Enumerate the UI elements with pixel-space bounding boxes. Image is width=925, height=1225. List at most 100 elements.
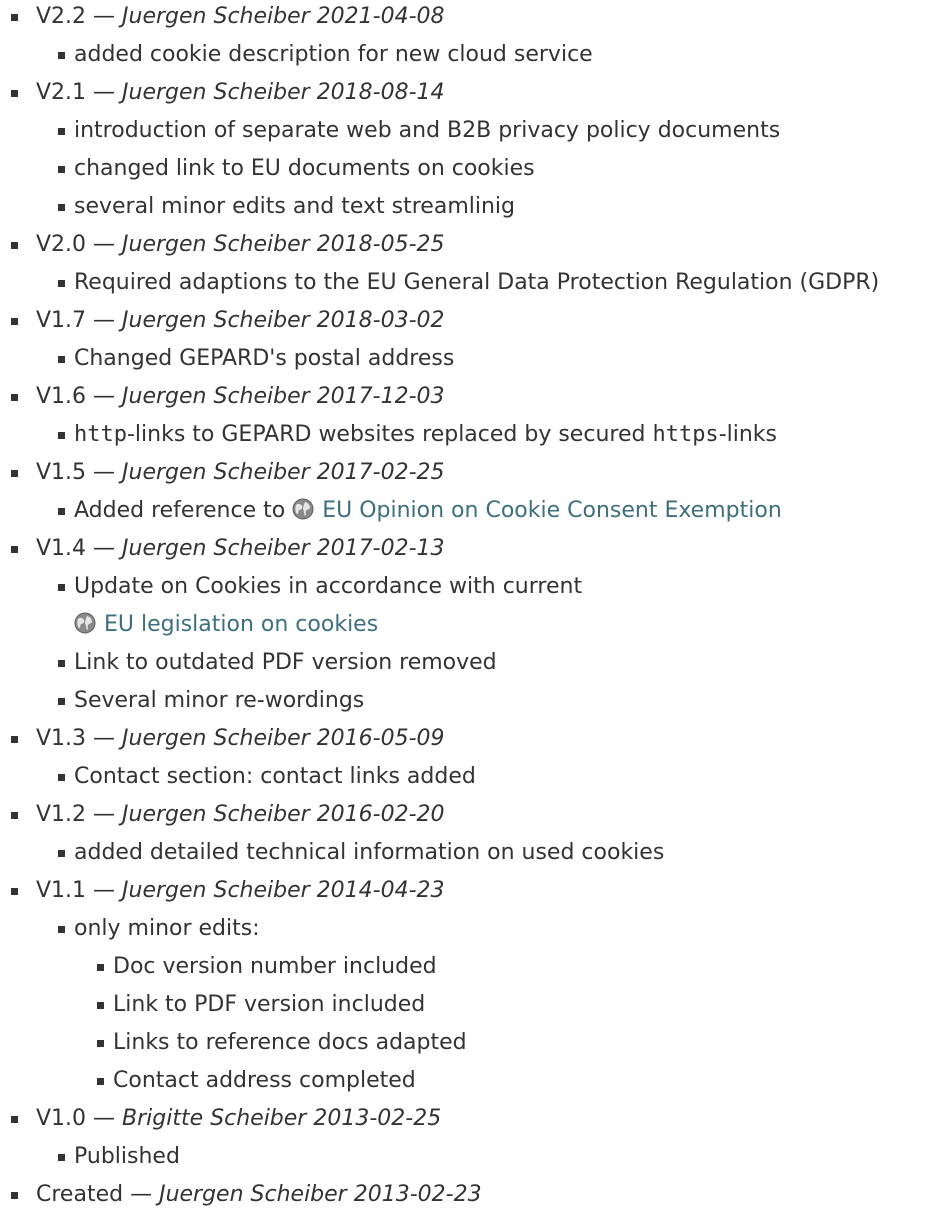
version-entry: V1.5 — Juergen Scheiber 2017-02-25 (0, 456, 925, 490)
bullet-square-icon (11, 1192, 18, 1199)
change-text: Links to reference docs adapted (113, 1030, 467, 1055)
version-entry: V1.7 — Juergen Scheiber 2018-03-02 (0, 304, 925, 338)
bullet-square-icon (58, 204, 65, 211)
change-item: Several minor re-wordings (0, 684, 925, 718)
separator: — (86, 536, 123, 561)
change-text: only minor edits: (74, 916, 260, 941)
change-text: Doc version number included (113, 954, 437, 979)
bullet-square-icon (11, 318, 18, 325)
change-text: Contact address completed (113, 1068, 416, 1093)
separator: — (86, 802, 123, 827)
bullet-square-icon (11, 90, 18, 97)
author-date: Juergen Scheiber 2021-04-08 (122, 4, 445, 29)
change-item: only minor edits: (0, 912, 925, 946)
change-text: Required adaptions to the EU General Dat… (74, 270, 880, 295)
author-date: Juergen Scheiber 2013-02-23 (159, 1182, 482, 1207)
bullet-square-icon (58, 166, 65, 173)
separator: — (86, 308, 123, 333)
version-label: Created (36, 1182, 124, 1207)
code-text: http (74, 422, 127, 447)
change-item: Update on Cookies in accordance with cur… (0, 570, 925, 604)
change-item: introduction of separate web and B2B pri… (0, 114, 925, 148)
bullet-square-icon (58, 660, 65, 667)
bullet-square-icon (97, 964, 104, 971)
sub-change-item: Links to reference docs adapted (0, 1026, 925, 1060)
separator: — (86, 878, 123, 903)
bullet-square-icon (58, 698, 65, 705)
sub-change-item: Contact address completed (0, 1064, 925, 1098)
version-label: V1.6 (36, 384, 87, 409)
author-date: Juergen Scheiber 2016-05-09 (122, 726, 445, 751)
bullet-square-icon (58, 774, 65, 781)
version-entry: V1.0 — Brigitte Scheiber 2013-02-25 (0, 1102, 925, 1136)
sub-change-item: Doc version number included (0, 950, 925, 984)
bullet-square-icon (11, 888, 18, 895)
change-text: Added reference to (74, 498, 293, 523)
bullet-square-icon (58, 850, 65, 857)
version-entry: V1.4 — Juergen Scheiber 2017-02-13 (0, 532, 925, 566)
change-text: introduction of separate web and B2B pri… (74, 118, 781, 143)
link-text: EU legislation on cookies (104, 612, 379, 637)
bullet-square-icon (11, 736, 18, 743)
change-item: several minor edits and text streamlinig (0, 190, 925, 224)
separator: — (86, 726, 123, 751)
separator: — (86, 384, 123, 409)
author-date: Juergen Scheiber 2017-12-03 (122, 384, 445, 409)
bullet-square-icon (11, 14, 18, 21)
external-link[interactable]: EU Opinion on Cookie Consent Exemption (292, 498, 782, 523)
bullet-square-icon (58, 356, 65, 363)
version-label: V2.1 (36, 80, 87, 105)
bullet-square-icon (11, 242, 18, 249)
author-date: Juergen Scheiber 2017-02-13 (122, 536, 445, 561)
version-entry: V1.1 — Juergen Scheiber 2014-04-23 (0, 874, 925, 908)
change-item: added cookie description for new cloud s… (0, 38, 925, 72)
bullet-square-icon (58, 432, 65, 439)
author-date: Juergen Scheiber 2018-08-14 (122, 80, 445, 105)
version-label: V2.0 (36, 232, 87, 257)
change-item: added detailed technical information on … (0, 836, 925, 870)
bullet-square-icon (58, 508, 65, 515)
author-date: Juergen Scheiber 2018-05-25 (122, 232, 445, 257)
bullet-square-icon (58, 52, 65, 59)
change-text: several minor edits and text streamlinig (74, 194, 515, 219)
code-text: https (652, 422, 719, 447)
version-label: V1.2 (36, 802, 87, 827)
version-entry: V1.2 — Juergen Scheiber 2016-02-20 (0, 798, 925, 832)
bullet-square-icon (97, 1002, 104, 1009)
version-label: V1.4 (36, 536, 87, 561)
change-text: Contact section: contact links added (74, 764, 476, 789)
globe-icon (74, 612, 96, 634)
change-text: Several minor re-wordings (74, 688, 365, 713)
version-label: V1.7 (36, 308, 87, 333)
bullet-square-icon (11, 394, 18, 401)
author-date: Juergen Scheiber 2016-02-20 (122, 802, 445, 827)
change-text: Update on Cookies in accordance with cur… (74, 574, 583, 599)
author-date: Brigitte Scheiber 2013-02-25 (122, 1106, 442, 1131)
separator: — (86, 232, 123, 257)
version-label: V1.5 (36, 460, 87, 485)
bullet-square-icon (97, 1078, 104, 1085)
change-text: Published (74, 1144, 180, 1169)
bullet-square-icon (58, 280, 65, 287)
change-text: Link to PDF version included (113, 992, 426, 1017)
bullet-square-icon (11, 1116, 18, 1123)
separator: — (86, 80, 123, 105)
change-text: added detailed technical information on … (74, 840, 665, 865)
change-text: Changed GEPARD's postal address (74, 346, 455, 371)
author-date: Juergen Scheiber 2014-04-23 (122, 878, 445, 903)
author-date: Juergen Scheiber 2017-02-25 (122, 460, 445, 485)
change-text: -links (718, 422, 777, 447)
external-link[interactable]: EU legislation on cookies (74, 612, 378, 637)
version-entry: V2.1 — Juergen Scheiber 2018-08-14 (0, 76, 925, 110)
bullet-square-icon (58, 1154, 65, 1161)
separator: — (123, 1182, 160, 1207)
version-entry: V1.6 — Juergen Scheiber 2017-12-03 (0, 380, 925, 414)
bullet-square-icon (58, 926, 65, 933)
bullet-square-icon (58, 584, 65, 591)
version-label: V2.2 (36, 4, 87, 29)
change-item: Changed GEPARD's postal address (0, 342, 925, 376)
link-text: EU Opinion on Cookie Consent Exemption (322, 498, 782, 523)
bullet-square-icon (11, 812, 18, 819)
change-item: Added reference to EU Opinion on Cookie … (0, 494, 925, 528)
change-text: Link to outdated PDF version removed (74, 650, 497, 675)
